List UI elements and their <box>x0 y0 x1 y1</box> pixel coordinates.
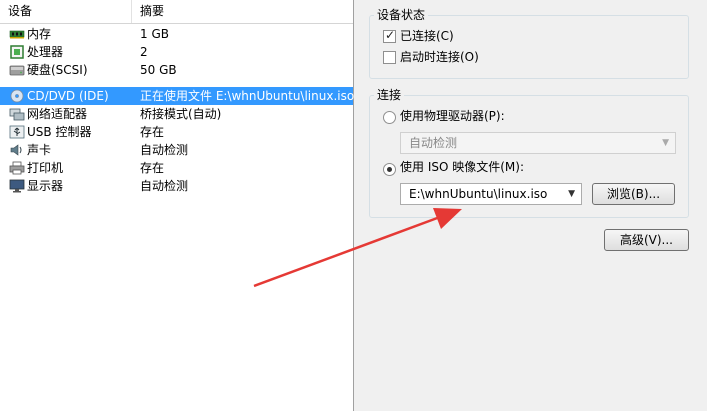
device-name: 硬盘(SCSI) <box>27 63 88 77</box>
iso-image-radio[interactable] <box>383 163 396 176</box>
iso-path-select[interactable]: E:\whnUbuntu\linux.iso ▼ <box>400 183 582 205</box>
usb-icon <box>9 125 25 139</box>
device-summary: 1 GB <box>140 27 169 41</box>
device-name: 显示器 <box>27 179 64 193</box>
advanced-button[interactable]: 高级(V)... <box>604 229 689 251</box>
physical-drive-label[interactable]: 使用物理驱动器(P): <box>400 108 505 124</box>
processor-icon <box>10 45 24 59</box>
device-name: 网络适配器 <box>27 107 88 121</box>
device-row-usb[interactable]: USB 控制器 存在 <box>0 123 353 141</box>
cd-dvd-icon <box>10 89 24 103</box>
device-summary: 正在使用文件 E:\whnUbuntu\linux.iso <box>140 89 355 103</box>
connected-checkbox[interactable]: ✓ <box>383 28 396 43</box>
chevron-down-icon: ▼ <box>568 189 575 199</box>
network-adapter-icon <box>9 108 25 121</box>
device-name: 处理器 <box>27 45 64 59</box>
radio-selected-dot <box>387 167 392 172</box>
browse-button[interactable]: 浏览(B)... <box>592 183 675 205</box>
device-name: 声卡 <box>27 143 52 157</box>
hard-disk-icon <box>9 65 25 76</box>
device-summary: 自动检测 <box>140 143 189 157</box>
device-row-cd-dvd[interactable]: CD/DVD (IDE) 正在使用文件 E:\whnUbuntu\linux.i… <box>0 87 355 105</box>
device-summary: 存在 <box>140 125 165 139</box>
device-name: 内存 <box>27 27 52 41</box>
connection-title: 连接 <box>374 87 405 103</box>
device-list-header: 设备 摘要 <box>0 0 353 24</box>
sound-card-icon <box>10 144 22 156</box>
connect-at-power-on-checkbox[interactable] <box>383 51 396 64</box>
physical-drive-select[interactable]: 自动检测 ▼ <box>400 132 676 154</box>
connect-at-power-on-label[interactable]: 启动时连接(O) <box>400 49 479 65</box>
iso-image-label[interactable]: 使用 ISO 映像文件(M): <box>400 159 524 175</box>
device-summary: 桥接模式(自动) <box>140 107 222 121</box>
column-header-summary[interactable]: 摘要 <box>132 0 353 23</box>
device-status-title: 设备状态 <box>374 7 429 23</box>
device-name: CD/DVD (IDE) <box>27 89 109 103</box>
memory-icon <box>9 30 25 39</box>
device-summary: 存在 <box>140 161 165 175</box>
device-row-printer[interactable]: 打印机 存在 <box>0 159 353 177</box>
column-header-device[interactable]: 设备 <box>0 0 132 23</box>
physical-drive-select-value: 自动检测 <box>409 136 458 150</box>
printer-icon <box>9 161 25 175</box>
device-row-processor[interactable]: 处理器 2 <box>0 43 353 61</box>
iso-path-value: E:\whnUbuntu\linux.iso <box>409 187 548 201</box>
device-row-sound-card[interactable]: 声卡 自动检测 <box>0 141 353 159</box>
device-list: 设备 摘要 内存 1 GB 处理器 2 硬盘(SCSI) 50 GB CD/DV… <box>0 0 354 411</box>
physical-drive-radio[interactable] <box>383 111 396 124</box>
device-row-network-adapter[interactable]: 网络适配器 桥接模式(自动) <box>0 105 353 123</box>
device-row-hard-disk[interactable]: 硬盘(SCSI) 50 GB <box>0 61 353 79</box>
chevron-down-icon: ▼ <box>662 138 669 148</box>
check-icon: ✓ <box>385 28 396 42</box>
device-row-display[interactable]: 显示器 自动检测 <box>0 177 353 195</box>
device-row-memory[interactable]: 内存 1 GB <box>0 25 353 43</box>
connected-label[interactable]: 已连接(C) <box>400 28 454 44</box>
display-icon <box>9 179 25 193</box>
device-summary: 2 <box>140 45 148 59</box>
device-name: USB 控制器 <box>27 125 92 139</box>
device-status-group <box>369 15 689 79</box>
device-summary: 自动检测 <box>140 179 189 193</box>
device-summary: 50 GB <box>140 63 177 77</box>
device-name: 打印机 <box>27 161 64 175</box>
